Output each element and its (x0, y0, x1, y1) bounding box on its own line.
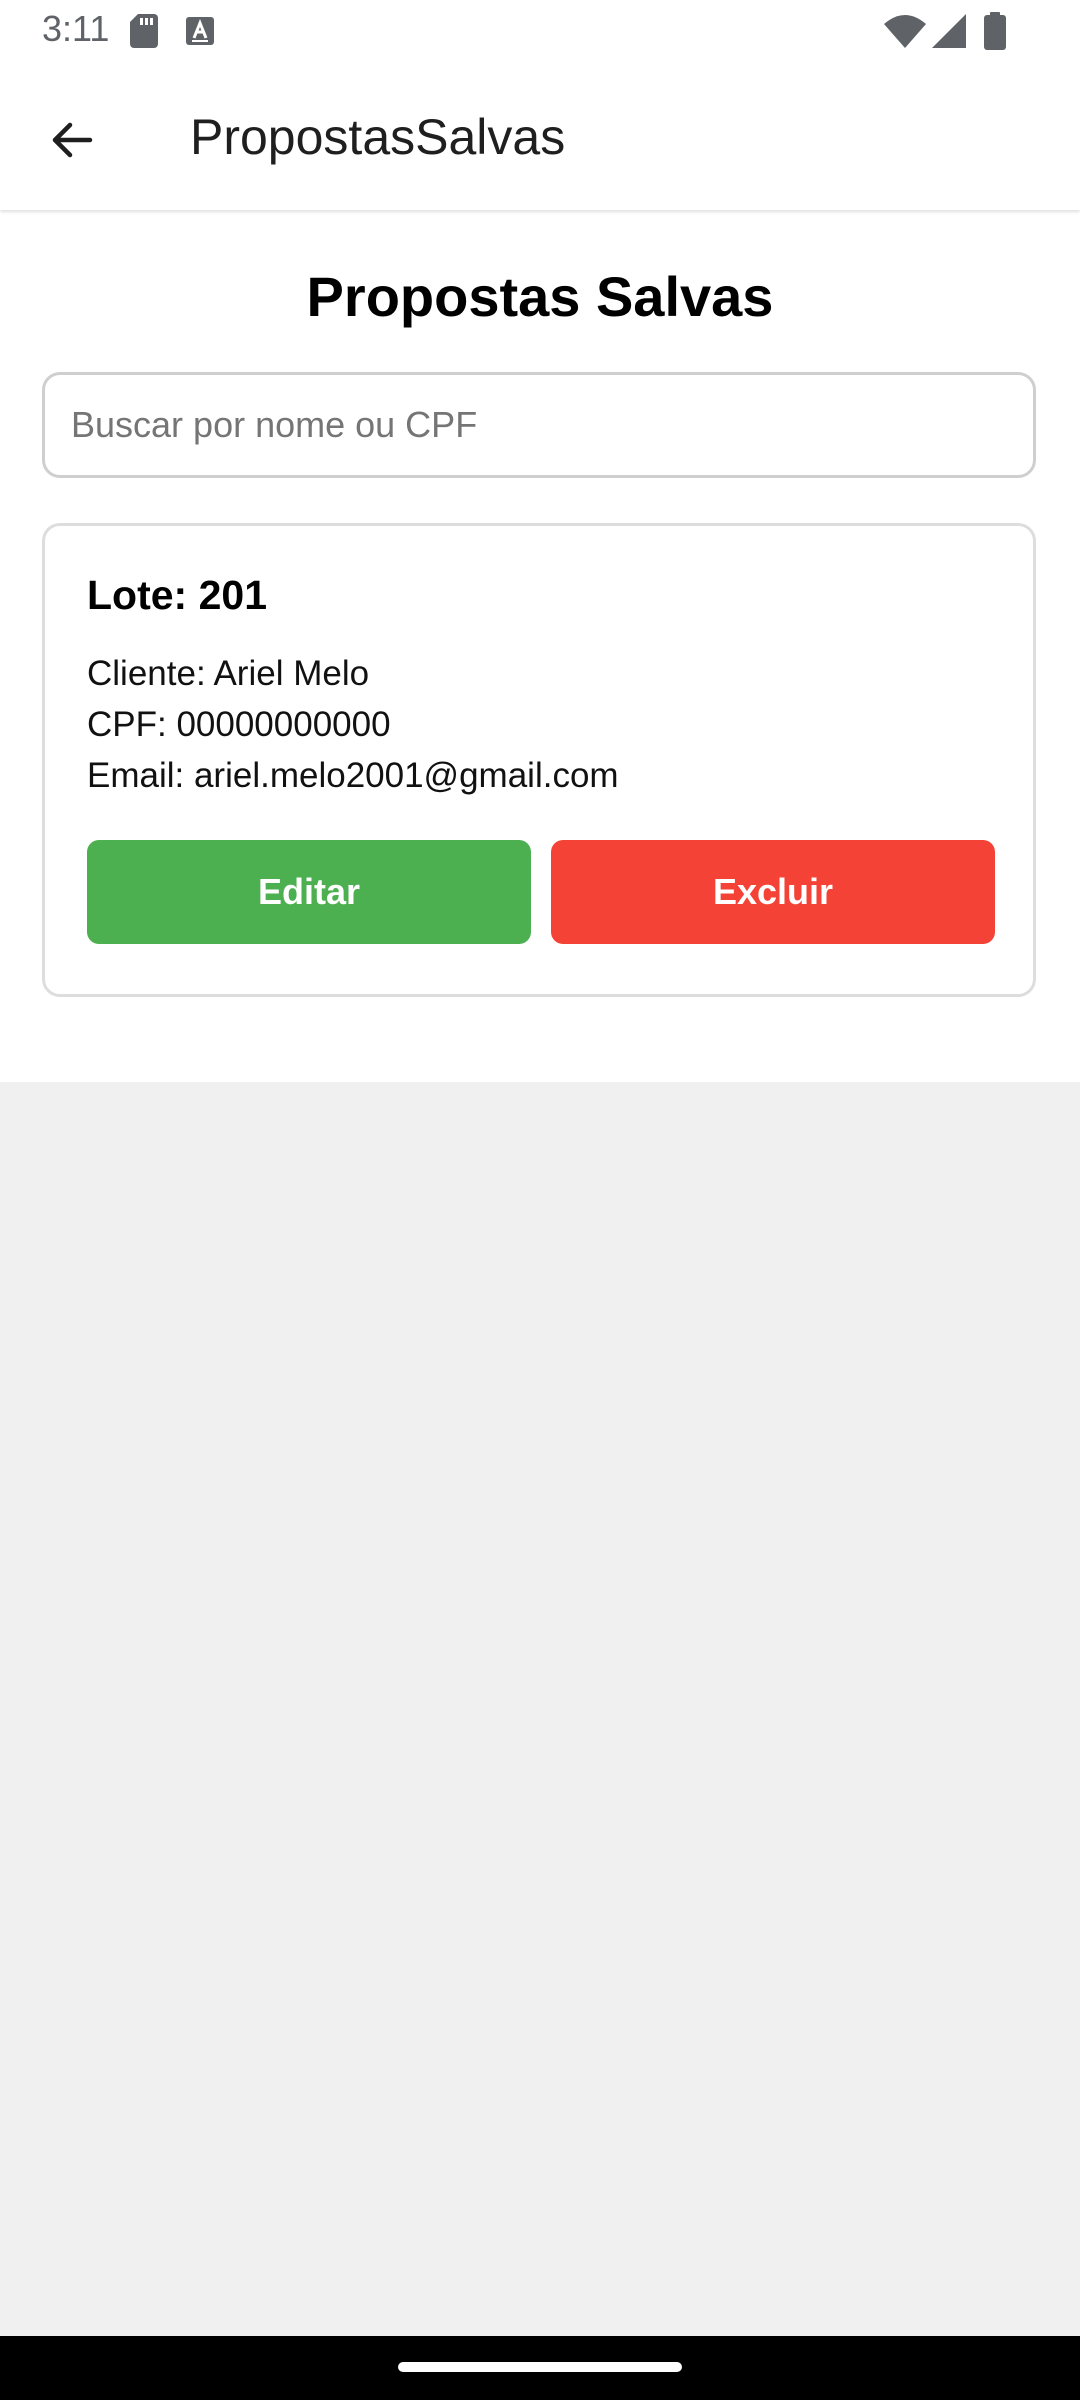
a-icon (186, 17, 214, 45)
proposal-cpf: CPF: 00000000000 (87, 705, 391, 744)
sd-card-icon (130, 14, 158, 48)
page-title: Propostas Salvas (306, 265, 774, 328)
battery-icon (984, 12, 1006, 50)
main-content: Propostas Salvas Lote: 201 Cliente: Arie… (0, 210, 1080, 1082)
home-indicator[interactable] (398, 2362, 682, 2372)
app-bar-title: PropostasSalvas (190, 109, 566, 165)
edit-button[interactable]: Editar (87, 840, 531, 944)
delete-button[interactable]: Excluir (551, 840, 995, 944)
proposal-cliente: Cliente: Ariel Melo (87, 654, 370, 693)
proposal-email: Email: ariel.melo2001@gmail.com (87, 756, 619, 795)
app-bar: PropostasSalvas (0, 64, 1080, 210)
search-input[interactable] (42, 372, 1036, 478)
proposal-card: Lote: 201 Cliente: Ariel Melo CPF: 00000… (42, 523, 1036, 997)
wifi-icon (884, 15, 926, 48)
navigation-bar (0, 2336, 1080, 2400)
proposal-lote: Lote: 201 (87, 572, 267, 618)
arrow-back-icon (52, 122, 93, 158)
status-time: 3:11 (42, 8, 110, 49)
signal-icon (932, 14, 966, 48)
status-bar: 3:11 (0, 0, 1080, 64)
back-button[interactable] (36, 104, 108, 176)
